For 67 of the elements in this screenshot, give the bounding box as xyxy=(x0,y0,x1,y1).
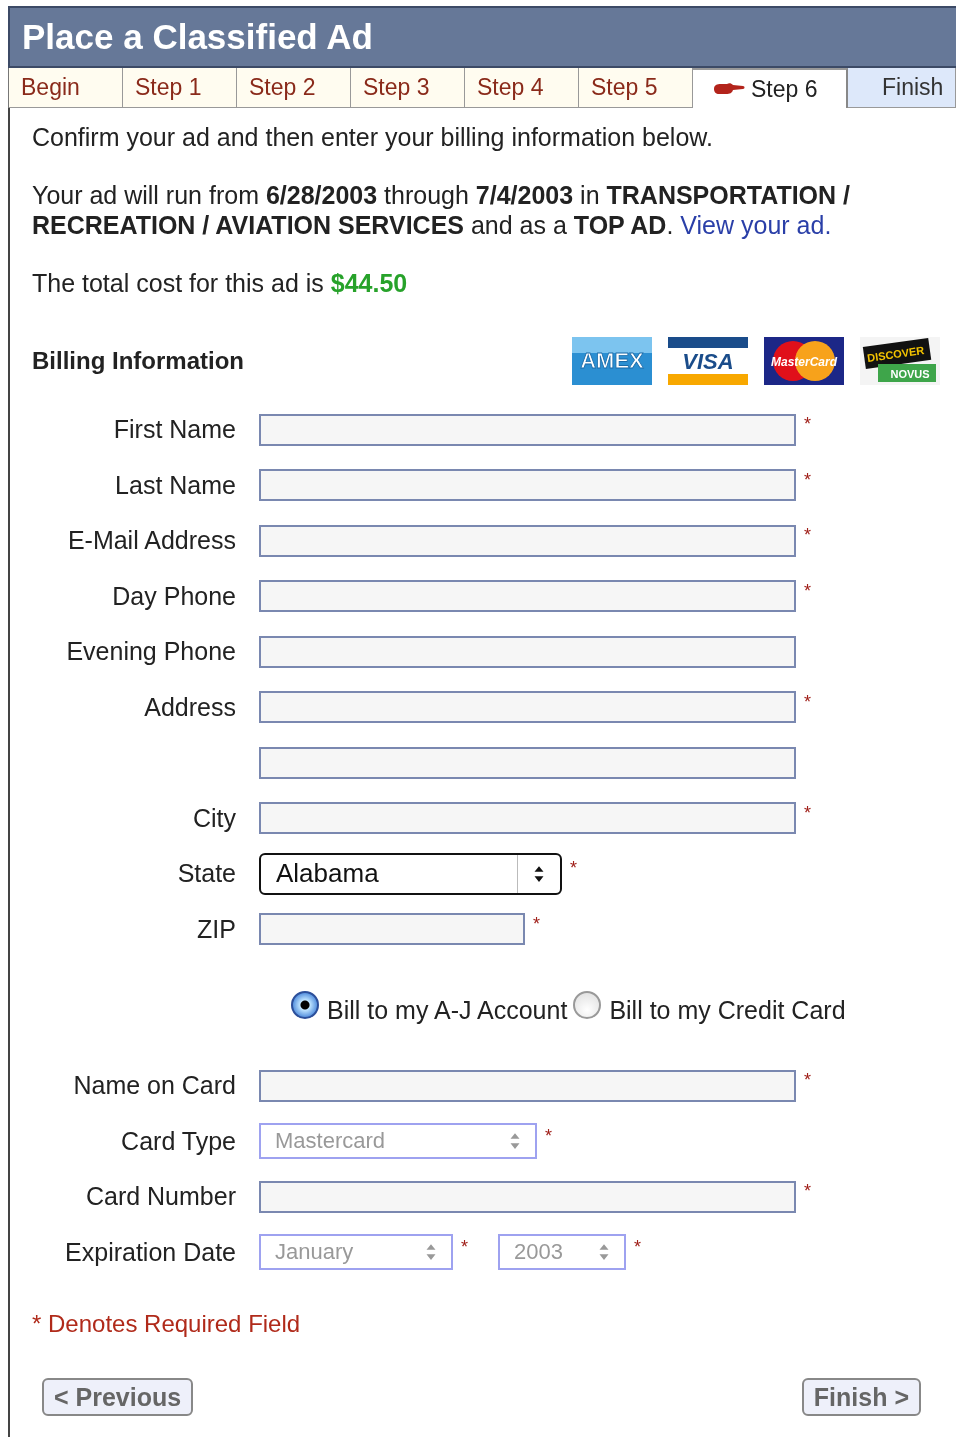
radio-button[interactable] xyxy=(291,990,319,1019)
required-mark: * xyxy=(804,580,811,602)
required-mark: * xyxy=(533,913,540,935)
text-field[interactable] xyxy=(259,1069,796,1102)
required-mark: * xyxy=(804,469,811,491)
step-tab[interactable]: Finish xyxy=(848,68,956,108)
radio-label[interactable]: Bill to my A-J Account xyxy=(327,995,568,1025)
field-label: E-Mail Address xyxy=(66,526,236,556)
step-tab[interactable]: Step 1 xyxy=(123,68,237,108)
view-ad-link[interactable]: View your ad. xyxy=(680,211,832,239)
text-field[interactable] xyxy=(259,580,796,613)
field-label: Card Number xyxy=(84,1182,236,1212)
step-tab[interactable]: Step 4 xyxy=(465,68,579,108)
text-field[interactable] xyxy=(259,691,796,724)
radio-label[interactable]: Bill to my Credit Card xyxy=(609,995,846,1025)
field-label: First Name xyxy=(112,415,236,445)
up-down-arrows-icon xyxy=(533,864,545,883)
field-label: Card Type xyxy=(120,1126,236,1156)
field-label: Evening Phone xyxy=(65,637,236,667)
total-cost-text: The total cost for this ad is $44.50 xyxy=(32,268,409,298)
card-logo: DISCOVER NOVUS xyxy=(860,336,940,386)
page-title: Place a Classified Ad xyxy=(22,17,373,57)
step-tab[interactable]: Step 2 xyxy=(237,68,351,108)
required-mark: * xyxy=(570,858,577,879)
required-note: * Denotes Required Field xyxy=(32,1310,302,1338)
intro-text: Confirm your ad and then enter your billing information below. xyxy=(32,122,714,152)
field-label: ZIP xyxy=(196,914,236,944)
required-mark: * xyxy=(804,1181,811,1202)
field-label: Last Name xyxy=(114,470,236,500)
text-field[interactable] xyxy=(259,746,796,779)
up-down-arrows-icon xyxy=(509,1132,521,1151)
field-label: Day Phone xyxy=(111,581,236,611)
text-field[interactable] xyxy=(259,524,796,557)
field-label: State xyxy=(176,859,236,889)
required-mark: * xyxy=(634,1236,642,1258)
ad-summary-text: Your ad will run from 6/28/2003 through 7/4/2003 in TRANSPORTATION / RECREATION / AVIATION SERVICES and as a TOP AD. View your ad. xyxy=(32,180,851,240)
text-field[interactable] xyxy=(259,1180,796,1213)
nav-button[interactable]: < Previous xyxy=(42,1378,194,1416)
card-logo: AMEX xyxy=(572,336,652,386)
radio-button[interactable] xyxy=(573,990,602,1019)
text-field[interactable] xyxy=(259,635,796,668)
text-field[interactable] xyxy=(259,802,796,835)
text-field[interactable] xyxy=(259,469,796,502)
required-mark: * xyxy=(804,802,811,824)
up-down-arrows-icon xyxy=(425,1243,437,1262)
field-label: Expiration Date xyxy=(64,1237,236,1267)
step-tab[interactable]: Step 3 xyxy=(351,68,465,108)
field-label: Name on Card xyxy=(72,1071,236,1101)
field-label: Address xyxy=(143,692,236,722)
nav-button[interactable]: Finish > xyxy=(801,1378,921,1416)
section-heading: Billing Information xyxy=(32,347,244,375)
step-tab[interactable]: Step 5 xyxy=(579,68,693,108)
step-tab[interactable]: Begin xyxy=(9,68,123,108)
step-tab[interactable]: Step 6 xyxy=(693,68,848,108)
state-dropdown[interactable]: Alabama xyxy=(259,852,562,895)
required-mark: * xyxy=(804,691,811,713)
pointing-hand-icon xyxy=(713,81,745,97)
required-mark: * xyxy=(545,1125,552,1147)
required-mark: * xyxy=(804,1070,811,1091)
required-mark: * xyxy=(804,525,811,546)
text-field[interactable] xyxy=(259,913,525,946)
required-mark: * xyxy=(461,1236,468,1258)
text-field[interactable] xyxy=(259,413,796,446)
field-label: City xyxy=(191,803,236,833)
card-logo: VISA xyxy=(668,336,748,386)
required-mark: * xyxy=(804,414,811,435)
up-down-arrows-icon xyxy=(598,1243,610,1262)
